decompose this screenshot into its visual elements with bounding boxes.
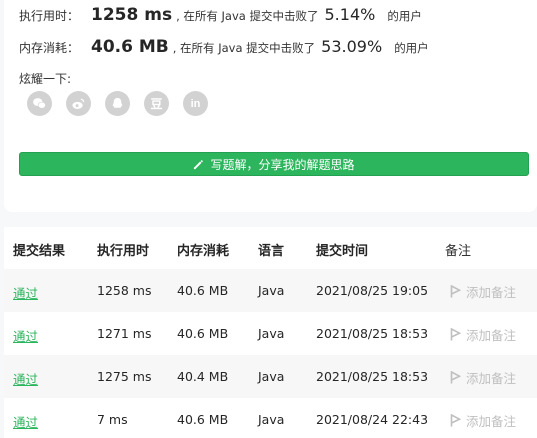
result-link[interactable]: 通过 (13, 283, 38, 302)
linkedin-icon[interactable]: in (183, 91, 208, 116)
submitted-time-cell: 2021/08/25 18:53 (316, 326, 429, 341)
memory-cell: 40.6 MB (177, 412, 229, 427)
runtime-percentile: 5.14% (324, 5, 376, 24)
runtime-cell: 1271 ms (97, 326, 152, 341)
header-language: 语言 (258, 244, 285, 259)
submitted-time-cell: 2021/08/25 19:05 (316, 283, 429, 298)
runtime-value: 1258 ms (91, 5, 173, 25)
table-header: 提交结果 执行用时 内存消耗 语言 提交时间 备注 (4, 227, 537, 269)
result-link[interactable]: 通过 (13, 326, 38, 345)
result-link[interactable]: 通过 (13, 369, 38, 388)
wechat-icon[interactable] (27, 91, 52, 116)
header-submitted: 提交时间 (316, 244, 369, 259)
submissions-table: 提交结果 执行用时 内存消耗 语言 提交时间 备注 通过 1258 ms 40.… (4, 227, 537, 438)
add-note-label: 添加备注 (466, 371, 517, 386)
douban-glyph: 豆 (150, 97, 163, 111)
header-memory: 内存消耗 (177, 244, 230, 259)
add-note-button[interactable]: 添加备注 (450, 411, 516, 430)
runtime-cell: 1258 ms (97, 283, 152, 298)
douban-icon[interactable]: 豆 (144, 91, 169, 116)
add-note-label: 添加备注 (466, 328, 517, 343)
write-solution-label: 写题解，分享我的解题思路 (210, 157, 355, 172)
runtime-cell: 1275 ms (97, 369, 152, 384)
weibo-icon[interactable] (66, 91, 91, 116)
add-note-button[interactable]: 添加备注 (450, 325, 516, 344)
flag-icon (450, 328, 461, 341)
runtime-stat: 执行用时： 1258 ms , 在所有 Java 提交中击败了 5.14% 的用… (19, 5, 422, 25)
header-runtime: 执行用时 (97, 244, 150, 259)
language-cell: Java (258, 283, 285, 298)
memory-cell: 40.4 MB (177, 369, 229, 384)
table-row: 通过 1275 ms 40.4 MB Java 2021/08/25 18:53… (4, 355, 537, 398)
runtime-tail-text: 的用户 (387, 9, 422, 23)
pencil-icon (194, 159, 204, 169)
linkedin-glyph: in (190, 97, 201, 110)
table-row: 通过 7 ms 40.6 MB Java 2021/08/24 22:43 添加… (4, 398, 537, 438)
qq-icon[interactable] (105, 91, 130, 116)
runtime-compare-text: , 在所有 Java 提交中击败了 (176, 9, 319, 23)
add-note-button[interactable]: 添加备注 (450, 282, 516, 301)
runtime-label: 执行用时： (19, 9, 80, 23)
add-note-label: 添加备注 (466, 285, 517, 300)
flag-icon (450, 371, 461, 384)
submitted-time-cell: 2021/08/25 18:53 (316, 369, 429, 384)
submitted-time-cell: 2021/08/24 22:43 (316, 412, 429, 427)
stats-card: 执行用时： 1258 ms , 在所有 Java 提交中击败了 5.14% 的用… (4, 0, 537, 212)
flag-icon (450, 414, 461, 427)
header-note: 备注 (445, 244, 472, 259)
header-result: 提交结果 (13, 244, 66, 259)
add-note-label: 添加备注 (466, 414, 517, 429)
memory-label: 内存消耗： (19, 41, 80, 55)
table-row: 通过 1271 ms 40.6 MB Java 2021/08/25 18:53… (4, 312, 537, 355)
language-cell: Java (258, 412, 285, 427)
memory-stat: 内存消耗： 40.6 MB , 在所有 Java 提交中击败了 53.09% 的… (19, 37, 429, 57)
write-solution-button[interactable]: 写题解，分享我的解题思路 (19, 152, 529, 176)
memory-tail-text: 的用户 (394, 41, 429, 55)
flag-icon (450, 285, 461, 298)
memory-value: 40.6 MB (91, 37, 169, 57)
language-cell: Java (258, 326, 285, 341)
memory-cell: 40.6 MB (177, 326, 229, 341)
add-note-button[interactable]: 添加备注 (450, 368, 516, 387)
runtime-cell: 7 ms (97, 412, 128, 427)
share-icons: 豆 in (27, 91, 208, 116)
language-cell: Java (258, 369, 285, 384)
memory-percentile: 53.09% (321, 37, 383, 56)
share-label: 炫耀一下: (19, 72, 72, 86)
memory-compare-text: , 在所有 Java 提交中击败了 (172, 41, 316, 55)
table-row: 通过 1258 ms 40.6 MB Java 2021/08/25 19:05… (4, 269, 537, 312)
result-link[interactable]: 通过 (13, 412, 38, 431)
memory-cell: 40.6 MB (177, 283, 229, 298)
